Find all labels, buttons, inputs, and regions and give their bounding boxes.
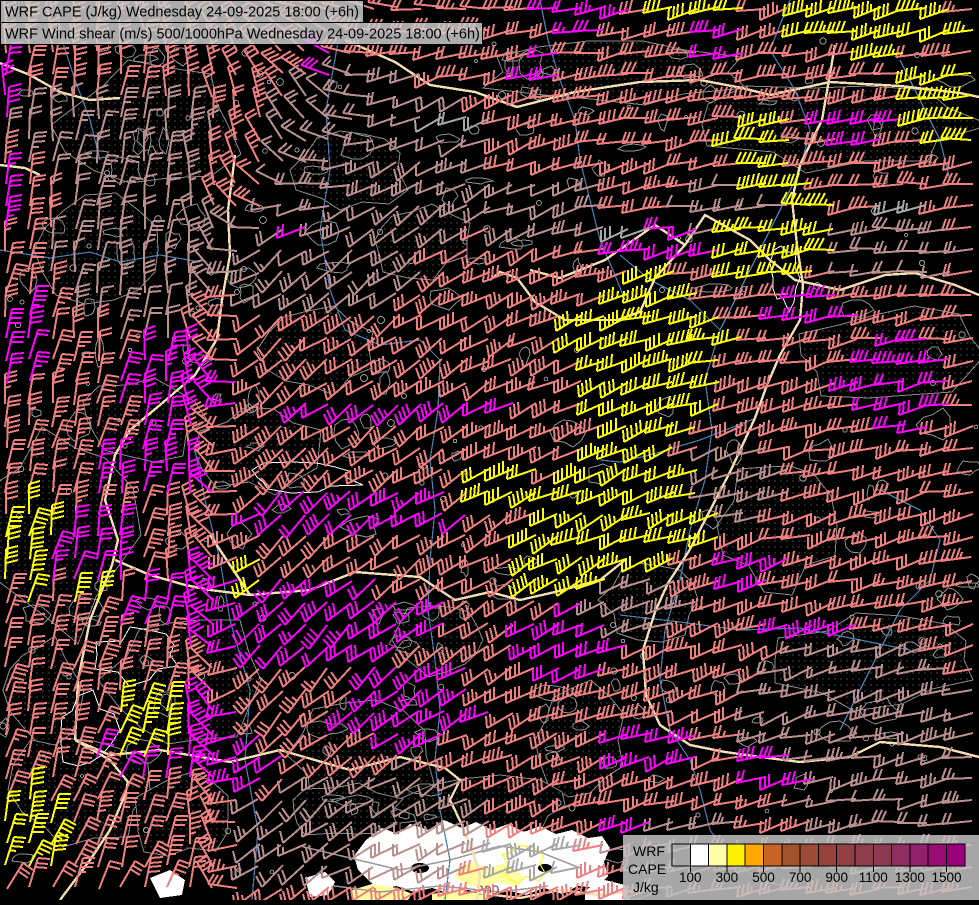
svg-text:WRF: WRF (633, 843, 665, 859)
svg-text:500: 500 (752, 870, 775, 885)
svg-text:WRF Wind shear (m/s) 500/1000h: WRF Wind shear (m/s) 500/1000hPa Wednesd… (5, 27, 480, 43)
svg-text:700: 700 (789, 870, 812, 885)
svg-text:J/kg: J/kg (633, 879, 659, 895)
svg-text:1100: 1100 (859, 870, 888, 885)
svg-text:CAPE: CAPE (628, 861, 666, 877)
svg-text:WRF CAPE (J/kg) Wednesday 24-0: WRF CAPE (J/kg) Wednesday 24-09-2025 18:… (5, 5, 359, 21)
svg-text:1300: 1300 (895, 870, 925, 885)
svg-text:300: 300 (716, 870, 739, 885)
svg-text:100: 100 (679, 870, 702, 885)
svg-text:1500: 1500 (931, 870, 961, 885)
svg-text:900: 900 (825, 870, 848, 885)
